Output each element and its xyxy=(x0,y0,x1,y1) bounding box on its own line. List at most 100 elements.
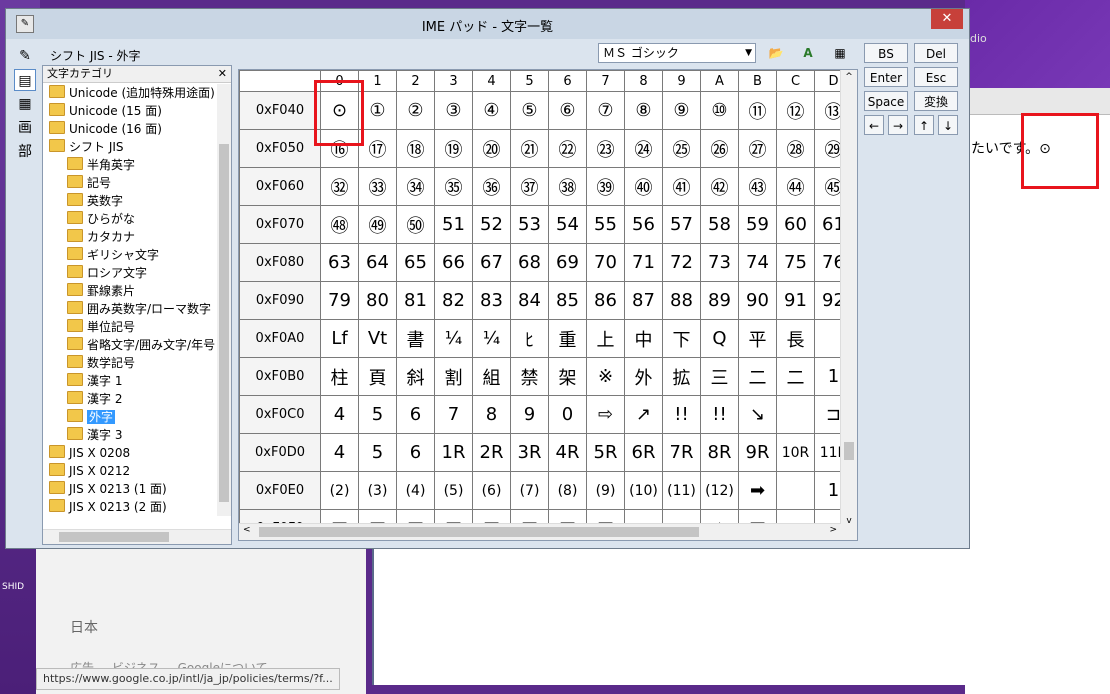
character-cell[interactable]: 重 xyxy=(548,319,587,358)
character-cell[interactable]: 53 xyxy=(510,205,549,244)
character-cell[interactable]: 65 xyxy=(396,243,435,282)
tree-close-icon[interactable]: ✕ xyxy=(218,66,227,82)
character-cell[interactable]: (12) xyxy=(700,471,739,510)
character-cell[interactable]: ⑲ xyxy=(434,129,473,168)
tree-item[interactable]: 漢字 3 xyxy=(43,426,217,444)
grid-vscroll-thumb[interactable] xyxy=(844,442,854,460)
character-cell[interactable]: 81 xyxy=(396,281,435,320)
del-button[interactable]: Del xyxy=(914,43,958,63)
character-cell[interactable]: (5) xyxy=(434,471,473,510)
left-arrow-button[interactable]: ← xyxy=(864,115,884,135)
tree-item[interactable]: JIS X 0212 xyxy=(43,462,217,480)
character-cell[interactable]: ↘ xyxy=(738,395,777,434)
character-cell[interactable]: ⑪ xyxy=(738,91,777,130)
character-cell[interactable] xyxy=(776,395,815,434)
character-cell[interactable]: ⑰ xyxy=(358,129,397,168)
character-cell[interactable]: 66 xyxy=(434,243,473,282)
character-cell[interactable]: ¼ xyxy=(434,319,473,358)
character-cell[interactable]: 外 xyxy=(624,357,663,396)
character-cell[interactable]: 6 xyxy=(396,433,435,472)
tree-vertical-scrollbar[interactable] xyxy=(217,84,231,516)
character-cell[interactable]: 7 xyxy=(434,395,473,434)
tree-hscroll-thumb[interactable] xyxy=(59,532,169,542)
character-cell[interactable]: Vt xyxy=(358,319,397,358)
character-cell[interactable]: ㊵ xyxy=(624,167,663,206)
space-button[interactable]: Space xyxy=(864,91,908,111)
character-cell[interactable]: 9R xyxy=(738,433,777,472)
character-cell[interactable]: 組 xyxy=(472,357,511,396)
character-cell[interactable]: ① xyxy=(358,91,397,130)
character-cell[interactable]: 73 xyxy=(700,243,739,282)
character-cell[interactable]: ㉞ xyxy=(396,167,435,206)
stroke-count-tool-icon[interactable]: 画 xyxy=(14,117,36,139)
tree-item[interactable]: ひらがな xyxy=(43,210,217,228)
character-cell[interactable]: ㉓ xyxy=(586,129,625,168)
character-cell[interactable]: 54 xyxy=(548,205,587,244)
character-cell[interactable]: 4R xyxy=(548,433,587,472)
tree-item[interactable]: 英数字 xyxy=(43,192,217,210)
tree-item[interactable]: ギリシャ文字 xyxy=(43,246,217,264)
down-arrow-button[interactable]: ↓ xyxy=(938,115,958,135)
character-cell[interactable]: ㊿ xyxy=(396,205,435,244)
character-cell[interactable]: 5 xyxy=(358,433,397,472)
character-cell[interactable]: 5 xyxy=(358,395,397,434)
scroll-right-icon[interactable]: > xyxy=(829,525,837,535)
character-cell[interactable]: ㊲ xyxy=(510,167,549,206)
grid-vertical-scrollbar[interactable]: ^ v xyxy=(840,70,857,540)
character-cell[interactable]: ➡ xyxy=(738,471,777,510)
character-cell[interactable]: ㊽ xyxy=(320,205,359,244)
character-cell[interactable]: ¼ xyxy=(472,319,511,358)
character-cell[interactable]: (4) xyxy=(396,471,435,510)
character-cell[interactable]: 70 xyxy=(586,243,625,282)
character-cell[interactable]: 6 xyxy=(396,395,435,434)
handwriting-tool-icon[interactable]: ✎ xyxy=(14,45,36,67)
character-cell[interactable]: 82 xyxy=(434,281,473,320)
character-cell[interactable]: 下 xyxy=(662,319,701,358)
grid-hscroll-thumb[interactable] xyxy=(259,527,699,537)
language-link[interactable]: 日本 xyxy=(70,617,98,637)
character-cell[interactable]: 0 xyxy=(548,395,587,434)
character-cell[interactable]: ㉟ xyxy=(434,167,473,206)
character-cell[interactable]: ㉘ xyxy=(776,129,815,168)
tree-item[interactable]: 罫線素片 xyxy=(43,282,217,300)
character-cell[interactable]: 67 xyxy=(472,243,511,282)
tree-item[interactable]: 数学記号 xyxy=(43,354,217,372)
character-cell[interactable]: (2) xyxy=(320,471,359,510)
up-arrow-button[interactable]: ↑ xyxy=(914,115,934,135)
character-cell[interactable]: Q xyxy=(700,319,739,358)
scroll-left-icon[interactable]: < xyxy=(243,525,251,535)
character-cell[interactable]: 9 xyxy=(510,395,549,434)
character-cell[interactable]: 52 xyxy=(472,205,511,244)
character-cell[interactable]: (10) xyxy=(624,471,663,510)
character-cell[interactable]: 64 xyxy=(358,243,397,282)
character-cell[interactable]: 禁 xyxy=(510,357,549,396)
title-bar[interactable]: ✎ IME パッド - 文字一覧 ✕ xyxy=(6,9,969,39)
character-cell[interactable]: ⑳ xyxy=(472,129,511,168)
character-cell[interactable]: ⑫ xyxy=(776,91,815,130)
scroll-down-icon[interactable]: v xyxy=(841,516,857,526)
character-cell[interactable]: ㉔ xyxy=(624,129,663,168)
tree-item[interactable]: 記号 xyxy=(43,174,217,192)
character-cell[interactable]: 三 xyxy=(700,357,739,396)
character-cell[interactable]: 89 xyxy=(700,281,739,320)
tree-item[interactable]: Unicode (15 面) xyxy=(43,102,217,120)
character-cell[interactable]: ㊴ xyxy=(586,167,625,206)
taskbar-icon[interactable]: SHID xyxy=(0,570,32,610)
character-cell[interactable]: 80 xyxy=(358,281,397,320)
character-cell[interactable]: ㉝ xyxy=(358,167,397,206)
bs-button[interactable]: BS xyxy=(864,43,908,63)
character-cell[interactable]: ③ xyxy=(434,91,473,130)
character-cell[interactable]: ㉒ xyxy=(548,129,587,168)
character-cell[interactable]: 85 xyxy=(548,281,587,320)
character-cell[interactable]: ⑱ xyxy=(396,129,435,168)
enter-button[interactable]: Enter xyxy=(864,67,908,87)
soft-keyboard-tool-icon[interactable]: ▦ xyxy=(14,93,36,115)
character-cell[interactable]: ⑩ xyxy=(700,91,739,130)
font-select[interactable]: ＭＳ ゴシック ▼ xyxy=(598,43,756,63)
character-cell[interactable]: 柱 xyxy=(320,357,359,396)
character-cell[interactable]: 57 xyxy=(662,205,701,244)
tree-item[interactable]: 省略文字/囲み文字/年号 xyxy=(43,336,217,354)
character-cell[interactable]: 書 xyxy=(396,319,435,358)
tree-item[interactable]: Unicode (追加特殊用途面) xyxy=(43,84,217,102)
character-cell[interactable]: 長 xyxy=(776,319,815,358)
